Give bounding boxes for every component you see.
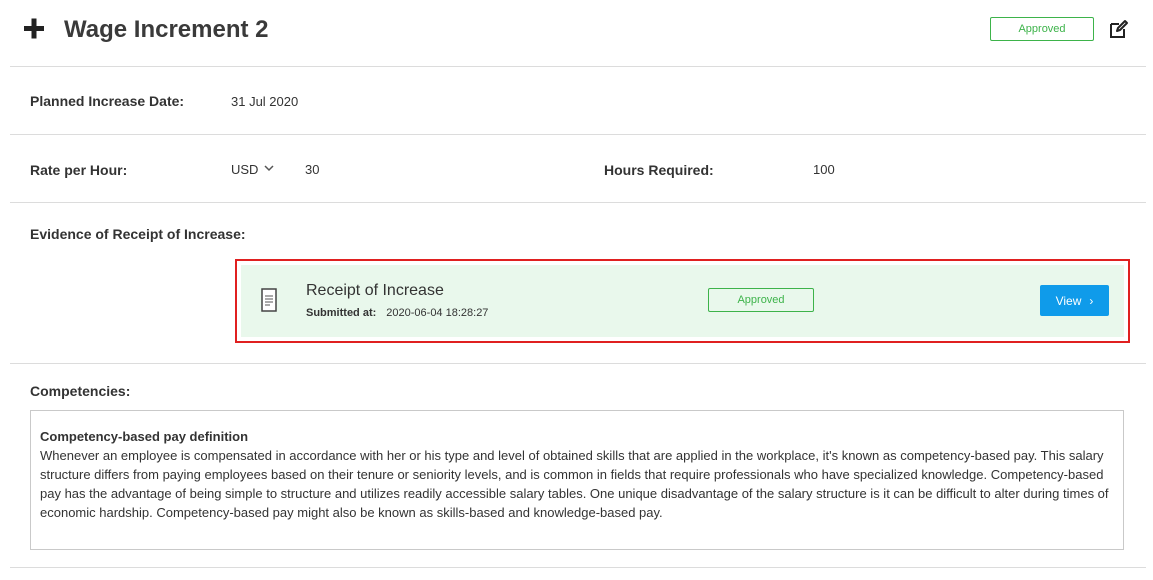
divider [10,134,1146,135]
submitted-value: 2020-06-04 18:28:27 [386,307,489,319]
evidence-submitted: Submitted at: 2020-06-04 18:28:27 [306,307,488,319]
competency-title: Competency-based pay definition [40,429,249,444]
view-button-label: View [1055,293,1082,308]
rate-value: 30 [305,162,320,177]
hours-required-value: 100 [813,162,835,177]
status-badge: Approved [990,17,1094,41]
evidence-section-label: Evidence of Receipt of Increase: [30,226,246,242]
divider [10,363,1146,364]
plus-icon [24,12,46,46]
divider [10,567,1146,568]
evidence-card-body [241,265,1124,337]
evidence-item-title: Receipt of Increase [306,282,444,299]
competency-description: Whenever an employee is compensated in a… [40,448,1109,520]
rate-per-hour-label: Rate per Hour: [30,162,128,178]
page-title: Wage Increment 2 [64,16,269,43]
chevron-down-icon [264,164,274,175]
submitted-label: Submitted at: [306,307,377,319]
planned-increase-date-label: Planned Increase Date: [30,93,185,109]
evidence-card [235,259,1130,343]
competency-card: Competency-based pay definition Whenever… [30,410,1124,550]
evidence-status-badge: Approved [708,288,814,312]
edit-icon[interactable] [1108,18,1130,40]
currency-value: USD [231,162,259,177]
document-icon [261,288,277,312]
divider [10,202,1146,203]
view-button[interactable]: View › [1040,285,1109,316]
hours-required-label: Hours Required: [604,162,714,178]
chevron-right-icon: › [1089,293,1094,308]
planned-increase-date-value: 31 Jul 2020 [231,94,299,109]
competencies-section-label: Competencies: [30,383,131,399]
divider [10,66,1146,67]
currency-select[interactable]: USD [231,162,274,177]
